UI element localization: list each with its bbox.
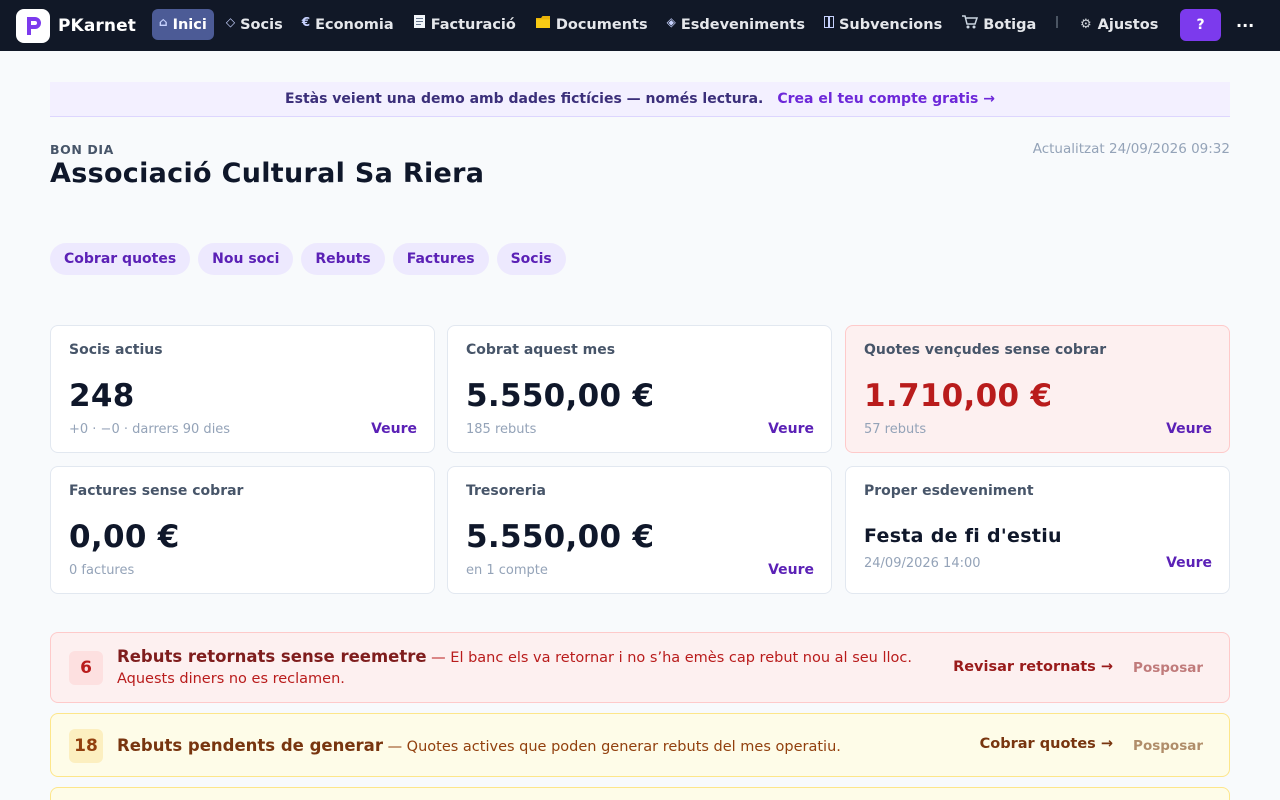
quick-action-nou-soci[interactable]: Nou soci [198,243,294,275]
create-account-link[interactable]: Crea el teu compte gratis → [777,91,995,107]
quick-action-cobrar-quotes[interactable]: Cobrar quotes [50,243,191,275]
cart-icon [961,14,979,29]
card-value: 248 [69,378,135,414]
stat-card-quotes-vencudes: Quotes vençudes sense cobrar 1.710,00 € … [845,325,1230,453]
stat-card-cobrat-mes: Cobrat aquest mes 5.550,00 € 185 rebuts … [447,325,832,453]
alert-text: Rebuts pendents de generar — Quotes acti… [117,735,927,758]
card-value: 1.710,00 € [864,378,1053,414]
nav-item-label: Documents [555,16,648,33]
card-view-link[interactable]: Veure [1166,421,1212,437]
nav-item-label: Economia [315,16,394,33]
more-menu-button[interactable]: ... [1236,12,1254,31]
alert-description: — Quotes actives que poden generar rebut… [387,739,841,755]
collect-fees-button[interactable]: Cobrar quotes → [980,736,1113,752]
help-button[interactable]: ? [1180,9,1221,41]
nav-item-label: Botiga [983,16,1037,33]
alert-title: Rebuts pendents de generar [117,736,383,755]
card-subtitle: +0 · −0 · darrers 90 dies [69,422,231,437]
main-nav: ⌂ Inici ◇ Socis € Economia Facturació Do… [152,9,1048,40]
stat-card-tresoreria: Tresoreria 5.550,00 € en 1 compte Veure [447,466,832,594]
stat-card-proper-esdeveniment: Proper esdeveniment Festa de fi d'estiu … [845,466,1230,594]
nav-item-facturacio[interactable]: Facturació [406,9,523,40]
card-value: 5.550,00 € [466,378,655,414]
diamond-icon: ◈ [666,14,676,29]
nav-item-documents[interactable]: Documents [528,9,655,40]
nav-item-socis[interactable]: ◇ Socis [219,9,290,40]
book-icon [823,15,834,28]
stat-card-factures-sense-cobrar: Factures sense cobrar 0,00 € 0 factures [50,466,435,594]
card-title: Factures sense cobrar [69,483,244,499]
nav-divider [1056,16,1058,28]
nav-item-economia[interactable]: € Economia [295,9,401,40]
nav-item-esdeveniments[interactable]: ◈ Esdeveniments [660,9,812,40]
card-subtitle: 185 rebuts [466,422,537,437]
card-title: Quotes vençudes sense cobrar [864,342,1107,358]
nav-item-botiga[interactable]: Botiga [954,9,1043,40]
brand[interactable]: PKarnet [16,8,136,43]
greeting: BON DIA [50,142,114,157]
card-view-link[interactable]: Veure [768,562,814,578]
euro-icon: € [301,14,311,29]
alert-partial [50,787,1230,800]
quick-action-factures[interactable]: Factures [392,243,489,275]
card-title: Tresoreria [466,483,546,499]
postpone-button[interactable]: Posposar [1133,660,1203,676]
receipt-icon [413,14,426,29]
alert-count-badge: 18 [69,729,103,763]
alert-count-badge: 6 [69,651,103,685]
card-view-link[interactable]: Veure [371,421,417,437]
brand-logo-icon [16,8,50,43]
alert-title: Rebuts retornats sense reemetre [117,647,427,666]
nav-item-label: Ajustos [1097,16,1159,33]
nav-item-ajustos[interactable]: ⚙ Ajustos [1080,9,1158,40]
diamond-icon: ◇ [225,14,236,29]
alert-text: Rebuts retornats sense reemetre — El ban… [117,646,927,690]
card-view-link[interactable]: Veure [1166,555,1212,571]
folder-icon [535,15,551,29]
card-subtitle: 0 factures [69,563,135,578]
nav-item-label: Inici [172,16,207,33]
quick-action-rebuts[interactable]: Rebuts [301,243,385,275]
nav-item-label: Facturació [430,16,516,33]
review-returned-button[interactable]: Revisar retornats → [953,659,1113,675]
alert-rebuts-retornats: 6 Rebuts retornats sense reemetre — El b… [50,632,1230,703]
stat-card-socis-actius: Socis actius 248 +0 · −0 · darrers 90 di… [50,325,435,453]
nav-item-label: Subvencions [838,16,943,33]
card-subtitle: en 1 compte [466,563,548,578]
postpone-button[interactable]: Posposar [1133,738,1203,754]
nav-item-label: Esdeveniments [680,16,805,33]
event-name: Festa de fi d'estiu [864,525,1062,547]
quick-action-socis[interactable]: Socis [496,243,566,275]
card-view-link[interactable]: Veure [768,421,814,437]
card-value: 5.550,00 € [466,519,655,555]
page-title: Associació Cultural Sa Riera [50,158,485,189]
card-title: Socis actius [69,342,163,358]
last-updated-timestamp: Actualitzat 24/09/2026 09:32 [1032,141,1230,157]
nav-item-inici[interactable]: ⌂ Inici [152,9,214,40]
demo-banner-text: Estàs veient una demo amb dades fictície… [285,91,764,107]
card-title: Cobrat aquest mes [466,342,616,358]
event-datetime: 24/09/2026 14:00 [864,556,981,571]
nav-item-subvencions[interactable]: Subvencions [817,9,949,40]
home-icon: ⌂ [159,14,168,29]
card-subtitle: 57 rebuts [864,422,927,437]
demo-banner: Estàs veient una demo amb dades fictície… [50,82,1230,117]
quick-actions: Cobrar quotes Nou soci Rebuts Factures S… [50,243,574,275]
alert-rebuts-pendents: 18 Rebuts pendents de generar — Quotes a… [50,713,1230,777]
card-value: 0,00 € [69,519,180,555]
top-navigation-bar: PKarnet ⌂ Inici ◇ Socis € Economia Factu… [0,0,1280,51]
brand-name: PKarnet [58,15,136,36]
card-title: Proper esdeveniment [864,483,1034,499]
nav-item-label: Socis [240,16,283,33]
gear-icon: ⚙ [1080,17,1092,32]
